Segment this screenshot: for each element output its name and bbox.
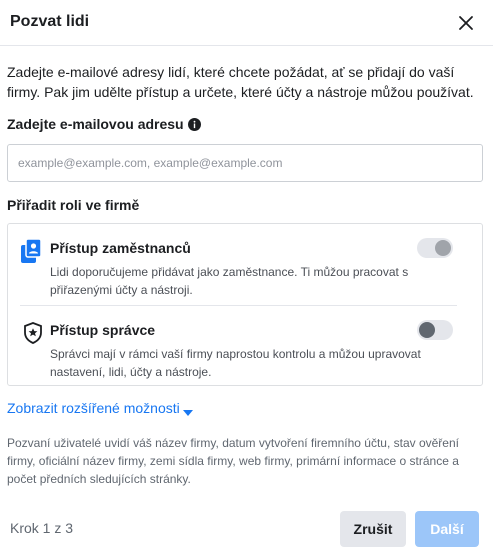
toggle-knob bbox=[435, 240, 451, 256]
admin-access-toggle[interactable] bbox=[417, 320, 453, 340]
email-label-text: Zadejte e-mailovou adresu bbox=[7, 116, 184, 132]
toggle-knob bbox=[419, 322, 435, 338]
role-name: Přístup zaměstnanců bbox=[50, 240, 191, 256]
next-button[interactable]: Další bbox=[415, 511, 479, 547]
dialog-header: Pozvat lidi bbox=[0, 0, 493, 46]
role-options-box: Přístup zaměstnanců Lidi doporučujeme př… bbox=[7, 223, 483, 386]
show-advanced-options-link[interactable]: Zobrazit rozšířené možnosti bbox=[7, 400, 193, 416]
dialog-footer: Krok 1 z 3 Zrušit Další bbox=[0, 494, 493, 554]
caret-down-icon bbox=[182, 404, 193, 416]
step-indicator: Krok 1 z 3 bbox=[10, 520, 74, 536]
role-name: Přístup správce bbox=[50, 322, 156, 338]
advanced-link-text: Zobrazit rozšířené možnosti bbox=[7, 400, 180, 416]
dialog-intro-text: Zadejte e-mailové adresy lidí, které chc… bbox=[7, 64, 474, 100]
info-icon[interactable] bbox=[187, 117, 201, 131]
invite-people-dialog: Pozvat lidi Zadejte e-mailové adresy lid… bbox=[0, 0, 493, 554]
role-option-employee: Přístup zaměstnanců Lidi doporučujeme př… bbox=[20, 232, 457, 306]
employee-access-toggle[interactable] bbox=[417, 238, 453, 258]
close-icon bbox=[459, 16, 473, 30]
cancel-button[interactable]: Zrušit bbox=[340, 511, 406, 547]
role-description: Lidi doporučujeme přidávat jako zaměstna… bbox=[50, 265, 409, 297]
close-button[interactable] bbox=[455, 12, 477, 34]
privacy-notice: Pozvaní uživatelé uvidí váš název firmy,… bbox=[7, 436, 459, 486]
email-field-label: Zadejte e-mailovou adresu bbox=[7, 116, 201, 132]
employee-badge-icon bbox=[20, 238, 46, 264]
dialog-title: Pozvat lidi bbox=[10, 13, 90, 30]
role-description: Správci mají v rámci vaší firmy naprosto… bbox=[50, 347, 421, 379]
email-input[interactable] bbox=[7, 144, 483, 182]
role-option-admin: Přístup správce Správci mají v rámci vaš… bbox=[20, 314, 457, 379]
admin-shield-icon bbox=[20, 320, 46, 346]
role-section-label: Přiřadit roli ve firmě bbox=[7, 197, 140, 213]
